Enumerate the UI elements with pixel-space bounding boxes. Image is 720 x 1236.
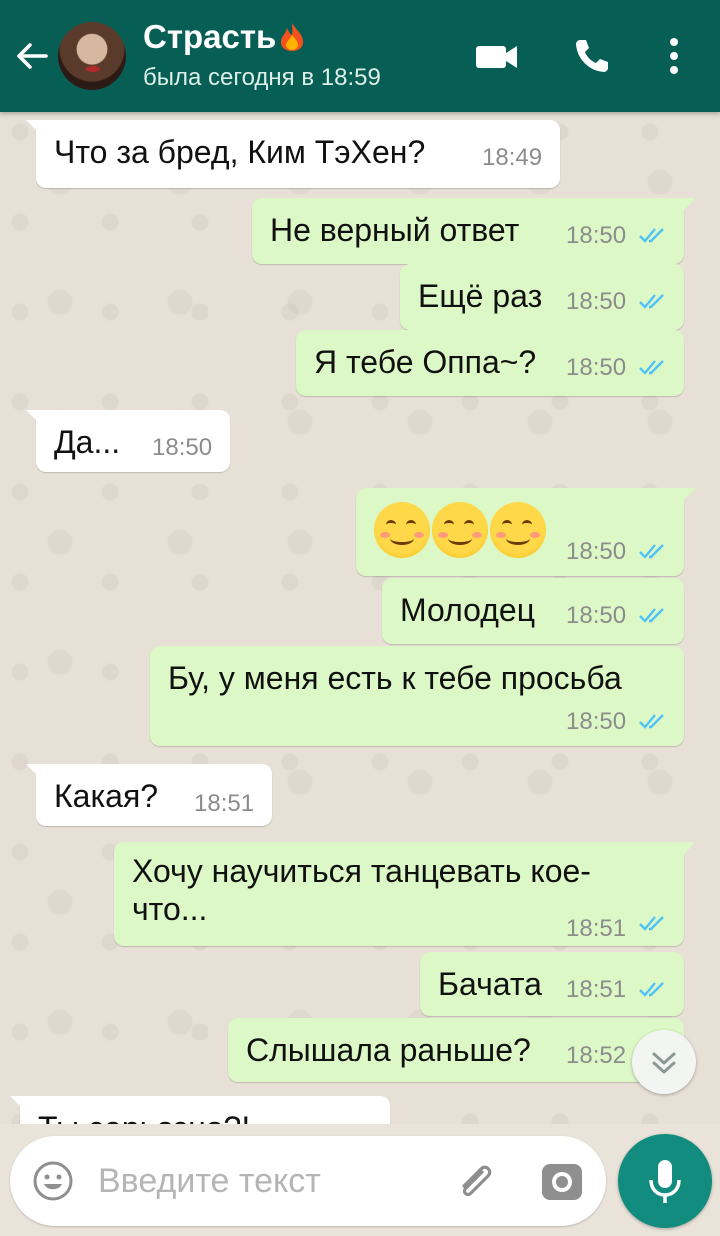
message-incoming[interactable]: Какая? 18:51 <box>26 764 272 826</box>
message-text: Какая? <box>54 778 159 814</box>
message-text: Ты серьезно?! <box>38 1110 250 1124</box>
message-text: Да... <box>54 424 121 460</box>
read-receipt-icon <box>639 544 664 559</box>
message-text: Что за бред, Ким ТэХен? <box>54 134 426 170</box>
message-text: Ещё раз <box>418 278 543 314</box>
message-text: Не верный ответ <box>270 212 520 248</box>
contact-name-text: Страсть <box>143 18 277 55</box>
read-receipt-icon <box>639 294 664 309</box>
message-outgoing[interactable]: Бачата 18:51 <box>420 952 684 1016</box>
message-outgoing[interactable]: Молодец 18:50 <box>382 578 684 644</box>
last-seen-status: была сегодня в 18:59 <box>143 64 381 91</box>
message-outgoing[interactable]: Не верный ответ 18:50 <box>252 198 696 264</box>
camera-icon[interactable] <box>540 1160 584 1202</box>
message-incoming[interactable]: Да... 18:50 <box>26 410 230 472</box>
chat-header: Страсть была сегодня в 18:59 <box>0 0 720 112</box>
message-input[interactable]: Введите текст <box>98 1162 321 1201</box>
message-list[interactable]: Что за бред, Ким ТэХен? 18:49 Не верный … <box>0 112 720 1124</box>
message-time: 18:51 <box>566 915 627 942</box>
attach-paperclip-icon[interactable] <box>452 1158 498 1204</box>
message-outgoing[interactable]: 18:50 <box>356 488 696 576</box>
smiling-face-emoji-icon <box>374 502 430 558</box>
message-incoming[interactable]: Что за бред, Ким ТэХен? 18:49 <box>26 120 560 188</box>
message-outgoing[interactable]: Я тебе Оппа~? 18:50 <box>296 330 684 396</box>
message-time: 18:50 <box>566 602 627 629</box>
message-outgoing[interactable]: Слышала раньше? 18:52 <box>228 1018 684 1082</box>
message-incoming-partial[interactable]: Ты серьезно?! <box>10 1096 390 1124</box>
read-receipt-icon <box>639 608 664 623</box>
message-time: 18:50 <box>566 222 627 249</box>
double-chevron-down-icon <box>652 1052 676 1074</box>
message-time: 18:50 <box>152 434 213 461</box>
message-time: 18:51 <box>566 976 627 1003</box>
message-time: 18:50 <box>566 288 627 315</box>
message-time: 18:50 <box>566 708 627 735</box>
scroll-to-bottom-button[interactable] <box>632 1030 696 1094</box>
message-text: Бачата <box>438 966 542 1002</box>
message-time: 18:51 <box>194 790 255 817</box>
message-text-line: Хочу научиться танцевать кое- <box>132 853 591 889</box>
back-arrow-icon[interactable] <box>12 36 52 76</box>
message-outgoing[interactable]: Ещё раз 18:50 <box>400 264 684 330</box>
message-text: Молодец <box>400 592 536 628</box>
message-text: Бу, у меня есть к тебе просьба <box>168 660 622 696</box>
message-text: Я тебе Оппа~? <box>314 344 537 380</box>
emoji-icon[interactable] <box>32 1160 74 1202</box>
message-composer[interactable]: Введите текст <box>10 1136 606 1226</box>
video-call-icon[interactable] <box>474 34 520 78</box>
more-options-icon[interactable] <box>654 34 694 78</box>
fire-emoji-icon <box>281 23 304 51</box>
read-receipt-icon <box>639 982 664 997</box>
contact-avatar[interactable] <box>58 22 126 90</box>
microphone-icon <box>649 1160 681 1203</box>
contact-name[interactable]: Страсть <box>143 18 306 56</box>
message-time: 18:50 <box>566 354 627 381</box>
read-receipt-icon <box>639 714 664 729</box>
message-outgoing[interactable]: Бу, у меня есть к тебе просьба 18:50 <box>150 646 684 746</box>
smiling-face-emoji-icon <box>490 502 546 558</box>
smiling-face-emoji-icon <box>432 502 488 558</box>
phone-call-icon[interactable] <box>570 34 616 78</box>
voice-message-button[interactable] <box>618 1134 712 1228</box>
message-time: 18:52 <box>566 1042 627 1069</box>
message-text: Слышала раньше? <box>246 1032 531 1068</box>
message-time: 18:50 <box>566 538 627 565</box>
read-receipt-icon <box>639 360 664 375</box>
read-receipt-icon <box>639 228 664 243</box>
read-receipt-icon <box>639 916 664 931</box>
message-outgoing[interactable]: Хочу научиться танцевать кое- что... 18:… <box>114 842 696 946</box>
message-time: 18:49 <box>482 144 543 171</box>
